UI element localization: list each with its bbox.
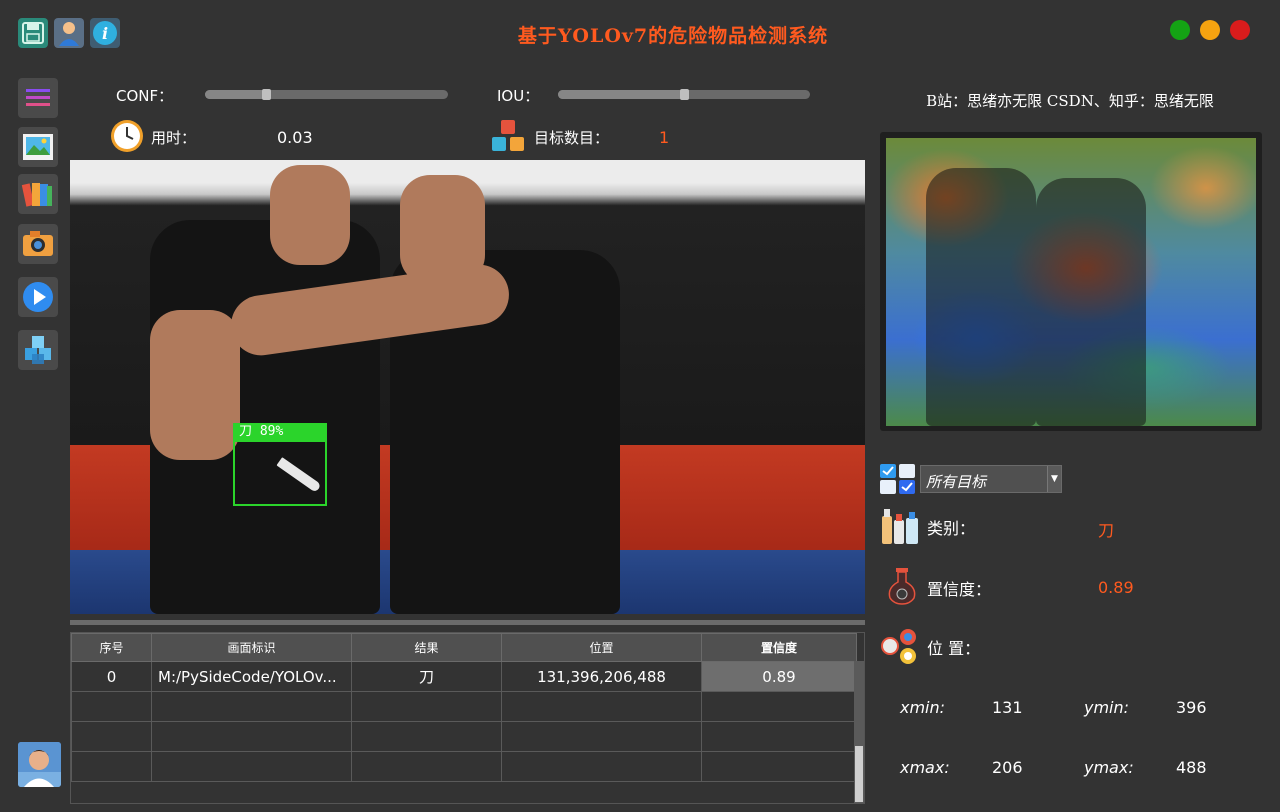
minimize-button[interactable] (1200, 20, 1220, 40)
image-icon[interactable] (18, 127, 58, 167)
time-value: 0.03 (277, 128, 313, 147)
xmin-label: xmin: (900, 698, 946, 717)
conf-label: CONF： (116, 87, 174, 105)
xmax-value: 206 (992, 758, 1023, 777)
view-divider[interactable] (70, 620, 865, 625)
xmin-value: 131 (992, 698, 1023, 717)
bottles-icon (880, 506, 920, 546)
clock-icon (109, 118, 145, 154)
heatmap-person-right (1036, 178, 1146, 426)
maximize-button[interactable] (1170, 20, 1190, 40)
table-row[interactable] (71, 691, 857, 722)
iou-slider-fill (558, 90, 684, 99)
ymax-value: 488 (1176, 758, 1207, 777)
arm-left (150, 310, 240, 460)
xmax-label: xmax: (900, 758, 950, 777)
table-row[interactable] (71, 721, 857, 752)
table-scrollbar[interactable] (854, 661, 864, 803)
class-value: 刀 (1098, 521, 1115, 540)
target-select[interactable]: 所有目标 ▼ (920, 465, 1062, 493)
conf-slider[interactable] (205, 89, 448, 100)
count-label: 目标数目： (534, 129, 610, 147)
table-row[interactable]: 0 M:/PySideCode/YOLOv... 刀 131,396,206,4… (71, 661, 857, 692)
count-value: 1 (659, 128, 670, 147)
header-result[interactable]: 结果 (351, 633, 502, 662)
conf-slider-fill (205, 90, 266, 99)
flask-icon (882, 566, 922, 606)
cell-position[interactable]: 131,396,206,488 (501, 661, 702, 692)
confidence-value: 0.89 (1098, 578, 1134, 597)
time-label: 用时： (151, 129, 197, 147)
cell-source[interactable]: M:/PySideCode/YOLOv... (151, 661, 352, 692)
cell-confidence[interactable]: 0.89 (701, 661, 857, 692)
position-label: 位 置： (927, 639, 981, 658)
confidence-label: 置信度： (927, 580, 992, 599)
ymin-label: ymin: (1084, 698, 1130, 717)
detection-view: 刀 89% (70, 160, 865, 614)
close-button[interactable] (1230, 20, 1250, 40)
target-count-icon (491, 118, 527, 154)
header-confidence[interactable]: 置信度 (701, 633, 857, 662)
iou-label: IOU： (497, 87, 540, 105)
table-scrollbar-thumb[interactable] (855, 746, 863, 802)
heatmap-view (886, 138, 1256, 426)
title-bar: i 基于YOLOv7的危险物品检测系统 (0, 0, 1280, 66)
select-targets-icon (880, 464, 916, 494)
menu-icon[interactable] (18, 78, 58, 118)
iou-slider[interactable] (558, 89, 810, 100)
camera-icon[interactable] (18, 224, 58, 264)
detection-box (233, 440, 327, 506)
credit-text: B站：思绪亦无限 CSDN、知乎：思绪无限 (926, 92, 1214, 110)
ymax-label: ymax: (1084, 758, 1134, 777)
location-icon (880, 626, 920, 666)
head-left (270, 165, 350, 265)
heatmap-person-left (926, 168, 1036, 426)
folder-icon[interactable] (18, 174, 58, 214)
model-icon[interactable] (18, 330, 58, 370)
header-position[interactable]: 位置 (501, 633, 702, 662)
iou-slider-handle[interactable] (680, 89, 689, 100)
heatmap-frame (880, 132, 1262, 431)
table-row[interactable] (71, 751, 857, 782)
conf-slider-handle[interactable] (262, 89, 271, 100)
results-table[interactable]: 序号 画面标识 结果 位置 置信度 0 M:/PySideCode/YOLOv.… (70, 632, 865, 804)
target-select-value: 所有目标 (926, 473, 987, 491)
ymin-value: 396 (1176, 698, 1207, 717)
avatar[interactable] (18, 742, 61, 787)
header-index[interactable]: 序号 (71, 633, 152, 662)
cell-result[interactable]: 刀 (351, 661, 502, 692)
app-title: 基于YOLOv7的危险物品检测系统 (517, 25, 829, 47)
video-play-icon[interactable] (18, 277, 58, 317)
header-source[interactable]: 画面标识 (151, 633, 352, 662)
chevron-down-icon[interactable]: ▼ (1047, 466, 1061, 492)
cell-index[interactable]: 0 (71, 661, 152, 692)
class-label: 类别： (927, 519, 976, 538)
detection-label: 刀 89% (233, 423, 327, 440)
